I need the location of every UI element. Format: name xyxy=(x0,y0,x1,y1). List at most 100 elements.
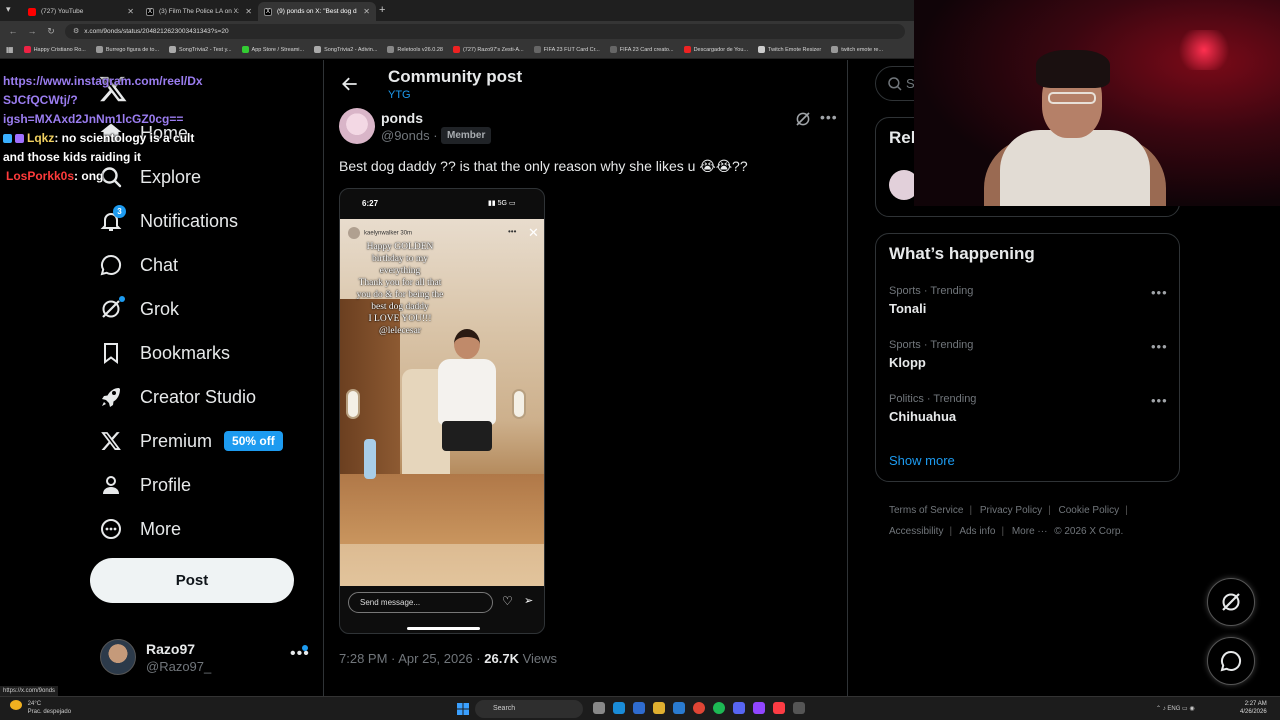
footer-link[interactable]: Accessibility xyxy=(889,526,943,537)
new-tab-button[interactable]: + xyxy=(379,4,385,16)
nav-creator-studio[interactable]: Creator Studio xyxy=(98,382,256,412)
nav-more[interactable]: More xyxy=(98,514,181,544)
apps-grid-icon[interactable]: ▦ xyxy=(6,45,14,54)
bookmark-favicon xyxy=(169,46,177,53)
music-icon[interactable] xyxy=(773,702,785,714)
system-clock[interactable]: 2:27 AM 4/26/2026 xyxy=(1240,700,1267,716)
streamer-hair xyxy=(1036,50,1110,88)
close-tab-icon[interactable]: ✕ xyxy=(363,7,370,16)
reload-icon[interactable]: ↻ xyxy=(45,26,57,37)
bookmark-item[interactable]: twitch emote re... xyxy=(831,46,883,53)
author-name[interactable]: ponds xyxy=(381,110,423,126)
chat-link-line: https://www.instagram.com/reel/Dx xyxy=(3,74,203,88)
main-column: Community post YTG ponds @9onds · Member… xyxy=(323,60,848,696)
story-reply-field: Send message... xyxy=(348,592,493,613)
footer-link[interactable]: Cookie Policy xyxy=(1059,505,1120,516)
footer-link[interactable]: More ··· xyxy=(1012,526,1048,537)
nav-bookmarks[interactable]: Bookmarks xyxy=(98,338,230,368)
browser-tab-ponds[interactable]: X (9) ponds on X: "Best dog dadd ✕ xyxy=(258,2,376,21)
bookmark-item[interactable]: FIFA 23 Card creato... xyxy=(609,46,674,53)
tab-search-icon[interactable]: ▾ xyxy=(6,4,11,15)
explorer-icon[interactable] xyxy=(633,702,645,714)
nav-notifications[interactable]: 3 Notifications xyxy=(98,205,238,236)
bookmark-item[interactable]: App Store / Streami... xyxy=(241,46,304,53)
close-tab-icon[interactable]: ✕ xyxy=(245,7,252,16)
obs-icon[interactable] xyxy=(753,702,765,714)
more-dots-icon[interactable]: ••• xyxy=(1151,339,1168,354)
post-timestamp[interactable]: 7:28 PM · Apr 25, 2026 · xyxy=(339,651,481,666)
site-info-icon[interactable]: ⚙ xyxy=(73,27,79,35)
story-avatar xyxy=(348,227,360,239)
jet-table xyxy=(340,474,544,544)
more-dots-icon[interactable]: ••• xyxy=(820,109,838,125)
spotify-icon[interactable] xyxy=(713,702,725,714)
bookmark-item[interactable]: FIFA 23 FUT Card Cr... xyxy=(533,46,600,53)
more-circle-icon xyxy=(98,516,124,542)
community-link[interactable]: YTG xyxy=(388,89,411,101)
nav-profile[interactable]: Profile xyxy=(98,470,191,500)
messages-float-button[interactable] xyxy=(1207,637,1255,685)
post-button[interactable]: Post xyxy=(90,558,294,603)
notification-count-badge: 3 xyxy=(113,205,126,218)
more-dots-icon[interactable]: ••• xyxy=(1151,393,1168,408)
app-icon[interactable] xyxy=(793,702,805,714)
system-tray[interactable]: ⌃ ♪ ENG ▭ ◉ xyxy=(1156,705,1195,712)
water-bottle xyxy=(364,439,376,479)
windows-start-icon[interactable] xyxy=(457,703,469,715)
grok-icon[interactable] xyxy=(794,110,812,128)
panel-title: Rel xyxy=(889,128,916,147)
task-view-icon[interactable] xyxy=(593,702,605,714)
chat-username: LosPorkk0s xyxy=(6,169,75,183)
chrome-icon[interactable] xyxy=(693,702,705,714)
trend-item[interactable]: Sports · Trending Tonali ••• xyxy=(889,285,1171,329)
edge-icon[interactable] xyxy=(613,702,625,714)
browser-tab-youtube[interactable]: (727) YouTube ✕ xyxy=(22,2,140,21)
nav-premium[interactable]: Premium 50% off xyxy=(98,426,283,456)
folder-icon[interactable] xyxy=(653,702,665,714)
bookmark-item[interactable]: Burrego figura de to... xyxy=(95,46,159,53)
bookmark-item[interactable]: SongTrivia2 - Adivin... xyxy=(314,46,377,53)
bookmark-item[interactable]: SongTrivia2 - Test y... xyxy=(169,46,232,53)
bookmark-item[interactable]: Reletools v26.0.28 xyxy=(387,46,443,53)
more-dots-icon[interactable]: ••• xyxy=(1151,285,1168,300)
trend-category: Sports · Trending xyxy=(889,285,974,297)
store-icon[interactable] xyxy=(673,702,685,714)
weather-desc: Prac. despejado xyxy=(27,709,72,715)
search-icon xyxy=(888,77,902,91)
back-arrow-icon[interactable] xyxy=(340,74,360,94)
member-badge: Member xyxy=(441,127,492,144)
bookmark-item[interactable]: Descargador de You... xyxy=(683,46,748,53)
url-field[interactable]: ⚙ x.com/9onds/status/2048212623003431343… xyxy=(65,23,905,39)
author-avatar[interactable] xyxy=(339,108,375,144)
back-arrow-icon[interactable]: ← xyxy=(7,26,19,36)
story-signal: ▮▮ 5G ▭ xyxy=(488,200,516,207)
discord-icon[interactable] xyxy=(733,702,745,714)
close-tab-icon[interactable]: ✕ xyxy=(127,7,134,16)
bookmark-item[interactable]: Twitch Emote Resizer xyxy=(758,46,821,53)
trend-item[interactable]: Sports · Trending Klopp ••• xyxy=(889,339,1171,383)
footer-link[interactable]: Privacy Policy xyxy=(980,505,1042,516)
chat-text: and those kids raiding it xyxy=(3,150,142,164)
show-more-link[interactable]: Show more xyxy=(889,453,955,468)
account-switcher[interactable]: Razo97 @Razo97_ ••• xyxy=(100,639,312,679)
chat-text: : no scientology is a cult xyxy=(54,131,195,145)
post-image[interactable]: 6:27 ▮▮ 5G ▭ kaelynwalker 30m ••• ✕ Happ… xyxy=(339,188,545,634)
chat-message: LosPorkk0s: ong xyxy=(0,167,320,186)
post-text: Best dog daddy ?? is that the only reaso… xyxy=(339,158,748,174)
browser-tab-film-the-police[interactable]: X (3) Film The Police LA on X: "Sc ✕ xyxy=(140,2,258,21)
bell-icon: 3 xyxy=(98,205,126,234)
grok-icon xyxy=(1222,593,1240,611)
forward-arrow-icon[interactable]: → xyxy=(26,26,38,36)
nav-grok[interactable]: Grok xyxy=(98,294,179,324)
weather-widget[interactable]: 24°C Prac. despejado xyxy=(10,700,71,716)
bookmark-item[interactable]: (727) Razo97's Zesti-A... xyxy=(452,46,524,53)
footer-link[interactable]: Ads info xyxy=(959,526,995,537)
footer-link[interactable]: Terms of Service xyxy=(889,505,963,516)
nav-chat[interactable]: Chat xyxy=(98,250,178,280)
trend-item[interactable]: Politics · Trending Chihuahua ••• xyxy=(889,393,1171,437)
bookmark-item[interactable]: Happy Cristiano Ro... xyxy=(23,46,86,53)
trend-category: Sports · Trending xyxy=(889,339,974,351)
author-handle[interactable]: @9onds · xyxy=(381,128,438,143)
taskbar-search[interactable]: Search xyxy=(475,700,583,718)
grok-float-button[interactable] xyxy=(1207,578,1255,626)
